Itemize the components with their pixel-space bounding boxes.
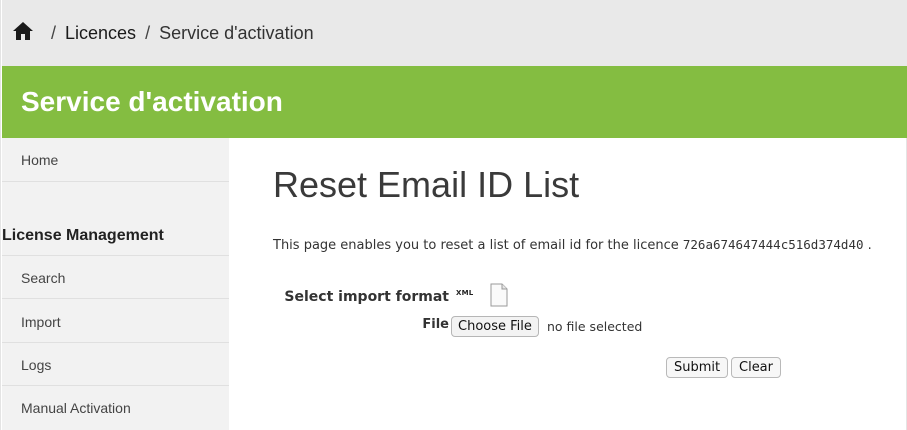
file-label: File: [422, 317, 449, 332]
sidebar-divider: [2, 255, 229, 256]
page-frame: / Licences / Service d'activation Servic…: [0, 0, 907, 430]
breadcrumb-separator: /: [145, 22, 151, 43]
sidebar-item-manual-activation[interactable]: Manual Activation: [2, 400, 229, 416]
breadcrumb: / Licences / Service d'activation: [2, 0, 907, 66]
description-end: .: [867, 238, 872, 253]
licence-id: 726a674647444c516d374d40: [682, 237, 864, 252]
breadcrumb-separator: /: [51, 22, 57, 43]
banner-title: Service d'activation: [21, 86, 283, 117]
xml-format-icon[interactable]: XML: [456, 289, 473, 297]
sidebar-item-import[interactable]: Import: [2, 314, 229, 330]
app-banner: Service d'activation: [2, 66, 907, 138]
file-status: no file selected: [547, 319, 643, 334]
sidebar-item-home[interactable]: Home: [2, 152, 229, 168]
home-icon[interactable]: [12, 20, 34, 42]
description-text: This page enables you to reset a list of…: [273, 238, 679, 253]
sidebar-item-logs[interactable]: Logs: [2, 357, 229, 373]
sidebar-divider: [2, 342, 229, 343]
breadcrumb-licences-link[interactable]: Licences: [65, 23, 136, 44]
choose-file-button[interactable]: Choose File: [451, 316, 539, 337]
document-icon[interactable]: [489, 283, 509, 307]
sidebar-item-search[interactable]: Search: [2, 270, 229, 286]
main-content: Reset Email ID List This page enables yo…: [229, 138, 907, 430]
sidebar: Home License Management Search Import Lo…: [2, 138, 229, 430]
sidebar-divider: [2, 385, 229, 386]
page-description: This page enables you to reset a list of…: [273, 237, 872, 253]
submit-button[interactable]: Submit: [666, 357, 729, 378]
import-format-label: Select import format: [284, 289, 449, 305]
sidebar-heading-license-management: License Management: [2, 227, 164, 244]
sidebar-divider: [2, 298, 229, 299]
page-title: Reset Email ID List: [273, 164, 580, 205]
clear-button[interactable]: Clear: [731, 357, 781, 378]
sidebar-divider: [2, 181, 229, 182]
breadcrumb-current: Service d'activation: [159, 22, 314, 43]
